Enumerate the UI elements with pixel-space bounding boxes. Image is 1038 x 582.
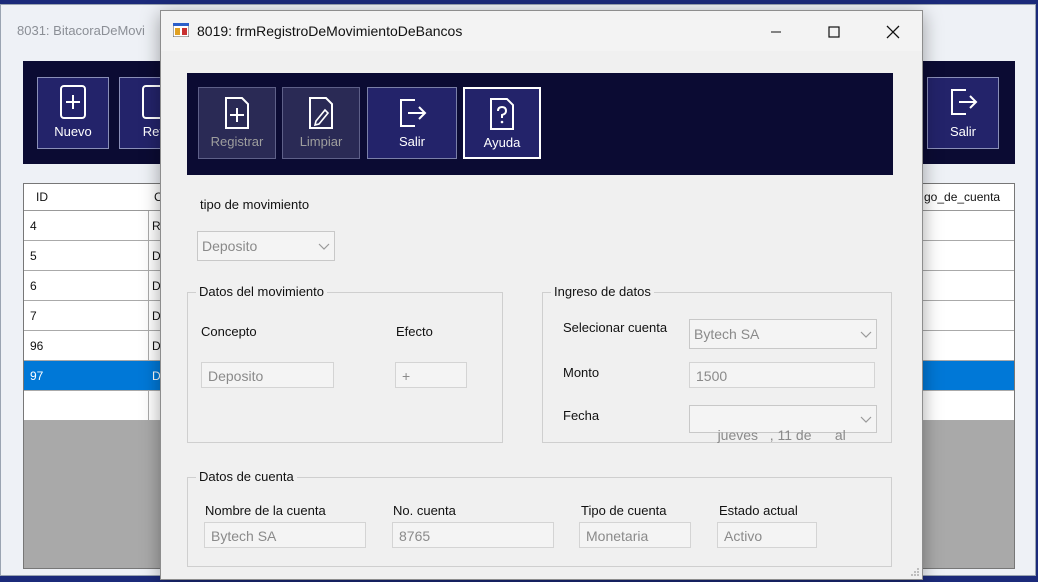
estado-actual-label: Estado actual bbox=[719, 503, 798, 518]
concepto-value: Deposito bbox=[208, 368, 264, 384]
estado-actual-field[interactable]: Activo bbox=[717, 522, 817, 548]
app-icon bbox=[173, 23, 189, 37]
row-id: 96 bbox=[30, 339, 44, 353]
datos-cuenta-title: Datos de cuenta bbox=[196, 469, 297, 484]
concepto-label: Concepto bbox=[201, 324, 257, 339]
plus-box-icon bbox=[225, 97, 249, 129]
row-id: 97 bbox=[30, 369, 44, 383]
nombre-cuenta-field[interactable]: Bytech SA bbox=[204, 522, 366, 548]
exit-icon bbox=[400, 99, 427, 127]
bg-nuevo-label: Nuevo bbox=[54, 124, 92, 139]
concepto-field[interactable]: Deposito bbox=[201, 362, 334, 388]
efecto-field[interactable]: + bbox=[395, 362, 467, 388]
bg-salir-button[interactable]: Salir bbox=[927, 77, 999, 149]
chevron-down-icon bbox=[318, 243, 330, 250]
minimize-icon bbox=[771, 31, 781, 33]
dialog-titlebar[interactable]: 8019: frmRegistroDeMovimientoDeBancos bbox=[161, 11, 922, 51]
fecha-value: jueves , 11 de al bbox=[717, 427, 846, 443]
nombre-cuenta-value: Bytech SA bbox=[211, 528, 277, 544]
efecto-label: Efecto bbox=[396, 324, 433, 339]
no-cuenta-value: 8765 bbox=[399, 528, 431, 544]
tipo-movimiento-select[interactable]: Deposito bbox=[197, 231, 335, 261]
tipo-cuenta-value: Monetaria bbox=[586, 528, 649, 544]
ayuda-button[interactable]: Ayuda bbox=[463, 87, 541, 159]
maximize-icon bbox=[828, 26, 840, 38]
ayuda-label: Ayuda bbox=[483, 135, 521, 150]
grid-header-id[interactable]: ID bbox=[36, 190, 48, 204]
ingreso-datos-title: Ingreso de datos bbox=[551, 284, 654, 299]
close-icon bbox=[886, 25, 900, 39]
bg-nuevo-button[interactable]: Nuevo bbox=[37, 77, 109, 149]
tipo-cuenta-label: Tipo de cuenta bbox=[581, 503, 667, 518]
salir-label: Salir bbox=[398, 134, 425, 149]
edit-document-icon bbox=[309, 97, 333, 129]
monto-label: Monto bbox=[563, 365, 600, 380]
no-cuenta-label: No. cuenta bbox=[393, 503, 456, 518]
dialog-toolbar: Registrar Limpiar Salir Ayuda bbox=[187, 73, 893, 175]
maximize-button[interactable] bbox=[819, 19, 849, 45]
registrar-button[interactable]: Registrar bbox=[198, 87, 276, 159]
efecto-value: + bbox=[402, 368, 411, 384]
cuenta-select[interactable]: Bytech SA bbox=[689, 319, 877, 349]
limpiar-label: Limpiar bbox=[299, 134, 343, 149]
resize-grip-icon[interactable] bbox=[910, 567, 920, 577]
registrar-label: Registrar bbox=[210, 134, 264, 149]
monto-value: 1500 bbox=[696, 368, 728, 384]
tipo-cuenta-field[interactable]: Monetaria bbox=[579, 522, 691, 548]
selecionar-cuenta-label: Selecionar cuenta bbox=[563, 320, 668, 335]
tipo-movimiento-label: tipo de movimiento bbox=[200, 197, 310, 212]
minimize-button[interactable] bbox=[761, 19, 791, 45]
registro-movimiento-dialog: 8019: frmRegistroDeMovimientoDeBancos Re… bbox=[160, 10, 923, 580]
estado-actual-value: Activo bbox=[724, 528, 763, 544]
chevron-down-icon bbox=[860, 416, 872, 423]
cuenta-select-value: Bytech SA bbox=[694, 326, 760, 342]
salir-button[interactable]: Salir bbox=[367, 87, 457, 159]
plus-box-icon bbox=[60, 85, 86, 119]
help-document-icon bbox=[490, 98, 514, 130]
row-id: 5 bbox=[30, 249, 37, 263]
row-id: 6 bbox=[30, 279, 37, 293]
fecha-date-picker[interactable]: jueves , 11 de al bbox=[689, 405, 877, 443]
dialog-title: 8019: frmRegistroDeMovimientoDeBancos bbox=[197, 23, 463, 39]
monto-field[interactable]: 1500 bbox=[689, 362, 875, 388]
fecha-label: Fecha bbox=[563, 408, 600, 423]
datos-movimiento-title: Datos del movimiento bbox=[196, 284, 327, 299]
tipo-movimiento-value: Deposito bbox=[202, 238, 258, 254]
exit-icon bbox=[951, 89, 978, 115]
row-id: 7 bbox=[30, 309, 37, 323]
grid-header-codigo-de-cuenta[interactable]: go_de_cuenta bbox=[924, 190, 1000, 204]
limpiar-button[interactable]: Limpiar bbox=[282, 87, 360, 159]
bg-salir-label: Salir bbox=[949, 124, 976, 139]
background-window-title: 8031: BitacoraDeMovi bbox=[17, 23, 145, 38]
row-id: 4 bbox=[30, 219, 37, 233]
close-button[interactable] bbox=[878, 19, 908, 45]
no-cuenta-field[interactable]: 8765 bbox=[392, 522, 554, 548]
nombre-cuenta-label: Nombre de la cuenta bbox=[205, 503, 326, 518]
chevron-down-icon bbox=[860, 331, 872, 338]
